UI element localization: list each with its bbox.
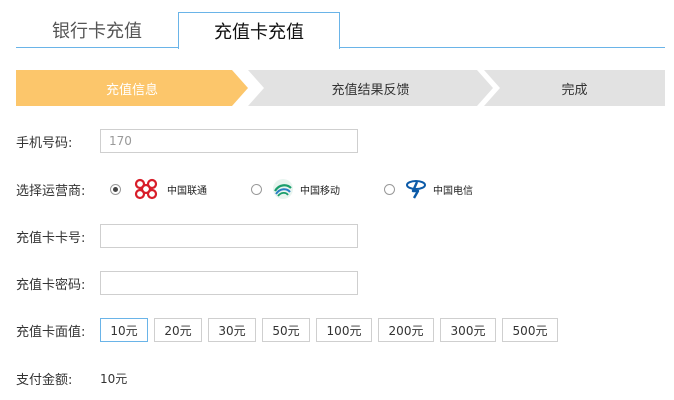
- carrier-name-unicom: 中国联通: [167, 185, 207, 197]
- phone-row: 手机号码: 170: [16, 128, 656, 154]
- carrier-option-unicom[interactable]: 中国联通: [110, 177, 207, 201]
- step-recharge-info: 充值信息: [16, 70, 248, 106]
- carrier-label: 选择运营商:: [16, 183, 86, 199]
- card-number-input[interactable]: [100, 224, 358, 248]
- phone-label: 手机号码:: [16, 135, 73, 151]
- face-value-options: 10元 20元 30元 50元 100元 200元 300元 500元: [100, 318, 564, 342]
- china-mobile-logo-icon: [273, 179, 293, 199]
- tab-bank-card-recharge[interactable]: 银行卡充值: [16, 12, 178, 48]
- card-number-label: 充值卡卡号:: [16, 230, 86, 246]
- face-value-label: 充值卡面值:: [16, 324, 86, 340]
- carrier-option-mobile[interactable]: 中国移动: [251, 178, 340, 200]
- face-value-row: 充值卡面值: 10元 20元 30元 50元 100元 200元 300元 50…: [16, 317, 656, 343]
- china-telecom-logo-icon: [406, 180, 426, 199]
- carrier-row: 选择运营商: 中国联通 中国移动 中国电信: [16, 176, 656, 202]
- tab-prepaid-card-recharge[interactable]: 充值卡充值: [178, 12, 340, 49]
- face-value-10[interactable]: 10元: [100, 318, 148, 342]
- card-password-row: 充值卡密码:: [16, 270, 656, 296]
- face-value-30[interactable]: 30元: [208, 318, 256, 342]
- face-value-100[interactable]: 100元: [316, 318, 372, 342]
- carrier-radio-mobile[interactable]: [251, 183, 262, 195]
- payment-label: 支付金额:: [16, 372, 73, 388]
- face-value-500[interactable]: 500元: [502, 318, 558, 342]
- face-value-20[interactable]: 20元: [154, 318, 202, 342]
- payment-amount: 10元: [100, 371, 128, 386]
- face-value-50[interactable]: 50元: [262, 318, 310, 342]
- card-password-label: 充值卡密码:: [16, 277, 86, 293]
- face-value-300[interactable]: 300元: [440, 318, 496, 342]
- carrier-radio-telecom[interactable]: [384, 183, 395, 195]
- carrier-option-telecom[interactable]: 中国电信: [384, 178, 473, 200]
- card-number-row: 充值卡卡号:: [16, 223, 656, 249]
- step-recharge-result: 充值结果反馈: [248, 70, 493, 106]
- face-value-200[interactable]: 200元: [378, 318, 434, 342]
- card-password-input[interactable]: [100, 271, 358, 295]
- carrier-name-telecom: 中国电信: [433, 185, 473, 197]
- tab-bar: 银行卡充值 充值卡充值: [0, 0, 674, 49]
- step-complete: 完成: [484, 70, 665, 106]
- carrier-radio-unicom[interactable]: [110, 183, 121, 195]
- phone-input[interactable]: 170: [100, 129, 358, 153]
- payment-row: 支付金额: 10元: [16, 365, 656, 391]
- tab-baseline: [16, 47, 665, 48]
- progress-steps: 充值信息 充值结果反馈 完成: [16, 70, 665, 106]
- china-unicom-logo-icon: [134, 178, 158, 200]
- carrier-name-mobile: 中国移动: [300, 185, 340, 197]
